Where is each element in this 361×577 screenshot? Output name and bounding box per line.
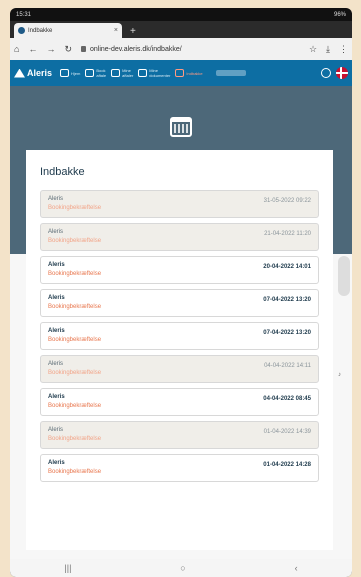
message-sender: Aleris bbox=[48, 229, 64, 235]
message-subject: Bookingbekræftelse bbox=[48, 370, 102, 376]
nav-item-label: Mine dokumenter bbox=[149, 68, 171, 78]
forward-icon[interactable]: → bbox=[46, 44, 55, 54]
menu-kebab-icon[interactable]: ⋮ bbox=[339, 44, 348, 55]
recents-icon[interactable]: ||| bbox=[64, 563, 71, 573]
browser-tab-bar: Indbakke × + bbox=[10, 21, 352, 38]
browser-tab[interactable]: Indbakke × bbox=[14, 23, 122, 38]
edge-panel-handle[interactable] bbox=[338, 256, 350, 296]
new-tab-button[interactable]: + bbox=[130, 26, 136, 37]
checklist-icon bbox=[111, 69, 121, 77]
message-subject: Bookingbekræftelse bbox=[48, 403, 102, 409]
heart-icon bbox=[60, 69, 70, 77]
favicon-icon bbox=[18, 27, 25, 34]
reload-icon[interactable]: ↻ bbox=[64, 44, 72, 55]
back-icon[interactable]: ← bbox=[28, 44, 37, 54]
home-icon[interactable]: ⌂ bbox=[14, 44, 19, 54]
message-sender: Aleris bbox=[48, 295, 65, 301]
document-icon bbox=[138, 69, 148, 77]
nav-item-hjem[interactable]: Hjem bbox=[60, 69, 80, 77]
message-row[interactable]: Aleris Bookingbekræftelse 07-04-2022 13:20 bbox=[40, 322, 319, 350]
message-date: 20-04-2022 14:01 bbox=[263, 264, 311, 270]
message-row[interactable]: Aleris Bookingbekræftelse 04-04-2022 14:11 bbox=[40, 355, 319, 383]
message-date: 31-05-2022 09:22 bbox=[263, 198, 311, 204]
message-subject: Bookingbekræftelse bbox=[48, 304, 102, 310]
inbox-card: Indbakke Aleris Bookingbekræftelse 31-05-2… bbox=[26, 150, 333, 550]
nav-item-label: Mine aftaler bbox=[122, 68, 134, 78]
message-sender: Aleris bbox=[48, 196, 64, 202]
nav-item-mine-aftaler[interactable]: Mine aftaler bbox=[111, 68, 133, 78]
site-navbar: Aleris Hjem Book aftale Mine aftaler Min… bbox=[10, 60, 352, 86]
message-row[interactable]: Aleris Bookingbekræftelse 20-04-2022 14:01 bbox=[40, 256, 319, 284]
message-list: Aleris Bookingbekræftelse 31-05-2022 09:22… bbox=[40, 190, 319, 482]
page-title: Indbakke bbox=[40, 166, 85, 178]
message-subject: Bookingbekræftelse bbox=[48, 205, 102, 211]
message-date: 04-04-2022 08:45 bbox=[263, 396, 311, 402]
message-row[interactable]: Aleris Bookingbekræftelse 04-04-2022 08:45 bbox=[40, 388, 319, 416]
nav-item-book-aftale[interactable]: Book aftale bbox=[85, 68, 106, 78]
message-date: 01-04-2022 14:28 bbox=[263, 462, 311, 468]
message-subject: Bookingbekræftelse bbox=[48, 337, 102, 343]
message-sender: Aleris bbox=[48, 427, 64, 433]
message-sender: Aleris bbox=[48, 394, 65, 400]
mail-icon bbox=[175, 69, 185, 77]
profile-icon[interactable] bbox=[321, 68, 331, 78]
download-icon[interactable]: ⤓ bbox=[326, 44, 330, 55]
home-button-icon[interactable]: ○ bbox=[180, 563, 185, 573]
calendar-icon bbox=[170, 117, 192, 137]
message-sender: Aleris bbox=[48, 262, 65, 268]
message-date: 21-04-2022 11:20 bbox=[264, 231, 311, 237]
message-sender: Aleris bbox=[48, 361, 64, 367]
aleris-logo[interactable]: Aleris bbox=[14, 68, 52, 78]
nav-item-indbakke[interactable]: Indbakke bbox=[175, 69, 203, 77]
logo-mark-icon bbox=[14, 68, 25, 78]
message-date: 01-04-2022 14:39 bbox=[263, 429, 311, 435]
message-subject: Bookingbekræftelse bbox=[48, 436, 102, 442]
tablet-frame: 15:31 96% Indbakke × + ⌂ ← → ↻ online-de… bbox=[10, 8, 352, 577]
message-subject: Bookingbekræftelse bbox=[48, 238, 102, 244]
url-text: online-dev.aleris.dk/indbakke/ bbox=[89, 45, 182, 53]
message-subject: Bookingbekræftelse bbox=[48, 469, 102, 475]
message-sender: Aleris bbox=[48, 460, 65, 466]
address-bar: ⌂ ← → ↻ online-dev.aleris.dk/indbakke/ ☆… bbox=[10, 38, 352, 60]
message-row[interactable]: Aleris Bookingbekræftelse 01-04-2022 14:28 bbox=[40, 454, 319, 482]
user-name-blurred bbox=[215, 70, 246, 76]
status-bar: 15:31 96% bbox=[10, 8, 352, 21]
message-row[interactable]: Aleris Bookingbekræftelse 01-04-2022 14:39 bbox=[40, 421, 319, 449]
tab-title: Indbakke bbox=[28, 27, 53, 34]
back-button-icon[interactable]: ‹ bbox=[295, 563, 298, 573]
close-tab-icon[interactable]: × bbox=[114, 27, 118, 34]
android-nav-bar: ||| ○ ‹ bbox=[10, 559, 352, 577]
calendar-icon bbox=[85, 69, 95, 77]
message-sender: Aleris bbox=[48, 328, 65, 334]
lock-icon bbox=[80, 46, 86, 52]
nav-item-mine-dokumenter[interactable]: Mine dokumenter bbox=[138, 68, 170, 78]
page-content: Indbakke Aleris Bookingbekræftelse 31-05-2… bbox=[10, 150, 352, 568]
message-date: 07-04-2022 13:20 bbox=[263, 330, 311, 336]
nav-item-label: Indbakke bbox=[186, 70, 203, 76]
message-row[interactable]: Aleris Bookingbekræftelse 31-05-2022 09:22 bbox=[40, 190, 319, 218]
danish-flag-icon[interactable] bbox=[336, 67, 348, 79]
message-row[interactable]: Aleris Bookingbekræftelse 07-04-2022 13:20 bbox=[40, 289, 319, 317]
status-battery: 96% bbox=[333, 11, 346, 18]
message-subject: Bookingbekræftelse bbox=[48, 271, 102, 277]
nav-item-label: Book aftale bbox=[96, 68, 107, 78]
logo-text: Aleris bbox=[27, 68, 53, 78]
message-date: 04-04-2022 14:11 bbox=[264, 363, 311, 369]
url-field[interactable]: online-dev.aleris.dk/indbakke/ bbox=[80, 45, 300, 53]
message-row[interactable]: Aleris Bookingbekræftelse 21-04-2022 11:20 bbox=[40, 223, 319, 251]
music-note-icon[interactable]: ♪ bbox=[338, 372, 350, 384]
status-time: 15:31 bbox=[16, 11, 32, 18]
bookmark-star-icon[interactable]: ☆ bbox=[309, 44, 317, 55]
nav-item-label: Hjem bbox=[71, 70, 81, 76]
message-date: 07-04-2022 13:20 bbox=[263, 297, 311, 303]
